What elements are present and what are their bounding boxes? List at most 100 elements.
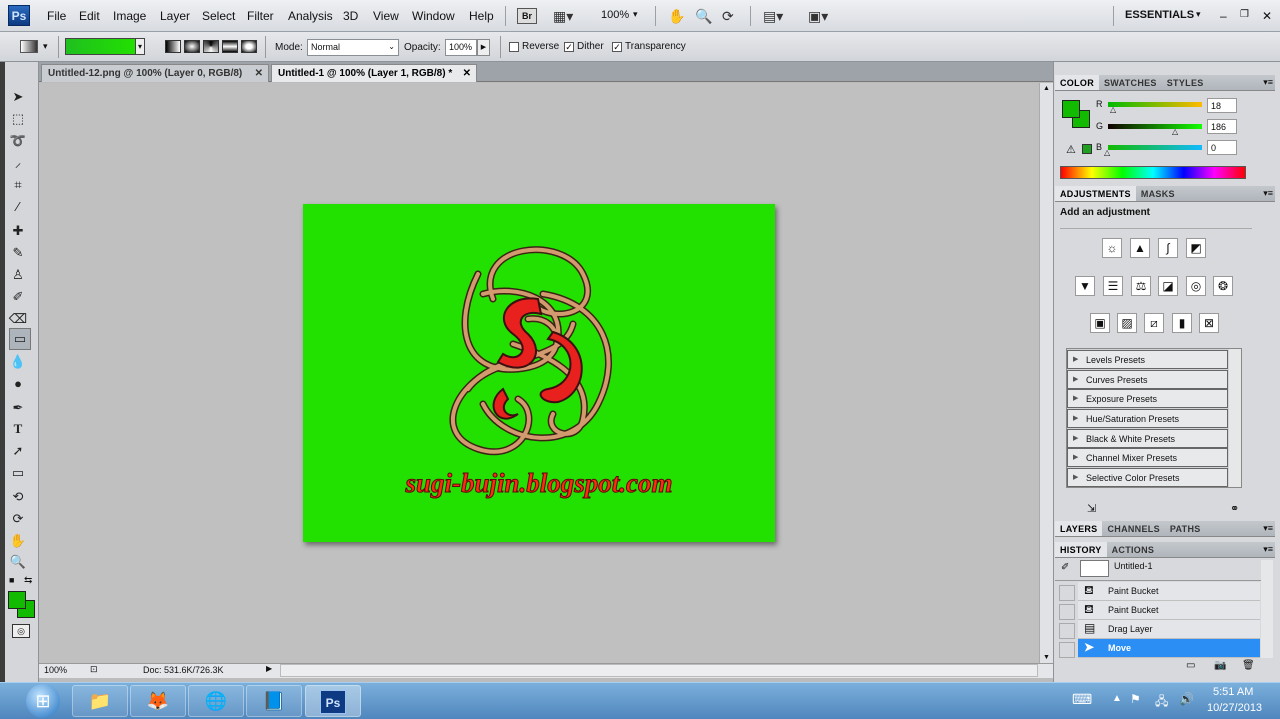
b-input[interactable]: 0: [1207, 140, 1237, 155]
minimize-button[interactable]: –: [1220, 9, 1227, 23]
b-slider[interactable]: [1108, 145, 1202, 150]
gradient-picker[interactable]: [65, 38, 137, 55]
3d-rotate-tool-icon[interactable]: ⟲: [8, 487, 28, 507]
tab-color[interactable]: COLOR: [1055, 75, 1099, 90]
black-white-icon[interactable]: ◪: [1158, 276, 1178, 296]
panel-menu-icon[interactable]: ▾≡: [1263, 544, 1273, 555]
zoom-tool-icon[interactable]: 🔍: [695, 8, 712, 25]
r-slider-handle[interactable]: △: [1110, 105, 1116, 114]
document-canvas[interactable]: sugi-bujin.blogspot.com: [303, 204, 775, 542]
reflected-gradient-button[interactable]: [222, 40, 238, 53]
menu-view[interactable]: View: [373, 9, 399, 23]
history-brush-source-icon[interactable]: ✐: [1061, 562, 1069, 573]
notes-taskbar-button[interactable]: 📘: [246, 685, 302, 717]
crop-tool-icon[interactable]: ⌗: [8, 175, 28, 195]
tab-untitled-12[interactable]: Untitled-12.png @ 100% (Layer 0, RGB/8) ✕: [41, 64, 269, 82]
dodge-tool-icon[interactable]: ●: [8, 374, 28, 394]
posterize-icon[interactable]: ▨: [1117, 313, 1137, 333]
exposure-icon[interactable]: ◩: [1186, 238, 1206, 258]
pen-tool-icon[interactable]: ✒: [8, 398, 28, 418]
status-info-icon[interactable]: ⊡: [90, 664, 98, 675]
history-item-paint-bucket[interactable]: ⛾ Paint Bucket: [1078, 601, 1260, 620]
history-scrollbar[interactable]: [1261, 560, 1273, 658]
view-extras-icon[interactable]: ▦▾: [553, 8, 573, 25]
preset-exposure[interactable]: Exposure Presets: [1067, 389, 1228, 408]
quick-selection-tool-icon[interactable]: ⸝: [8, 153, 28, 173]
eraser-tool-icon[interactable]: ⌫: [8, 309, 28, 329]
gamut-warning-icon[interactable]: ⚠: [1066, 143, 1076, 156]
rotate-view-icon[interactable]: ⟳: [722, 8, 734, 25]
hand-tool-icon[interactable]: ✋: [668, 8, 685, 25]
globe-app-taskbar-button[interactable]: 🌐: [188, 685, 244, 717]
status-menu-icon[interactable]: ▶: [266, 664, 272, 673]
color-balance-icon[interactable]: ⚖: [1131, 276, 1151, 296]
gradient-dropdown-icon[interactable]: ▾: [135, 38, 145, 55]
invert-icon[interactable]: ▣: [1090, 313, 1110, 333]
healing-brush-tool-icon[interactable]: ✚: [8, 221, 28, 241]
horizontal-scrollbar[interactable]: [280, 664, 1038, 677]
arrange-documents-icon[interactable]: ▤▾: [763, 8, 783, 25]
tab-untitled-1[interactable]: Untitled-1 @ 100% (Layer 1, RGB/8) * ✕: [271, 64, 477, 82]
tab-channels[interactable]: CHANNELS: [1102, 521, 1164, 536]
close-icon[interactable]: ✕: [255, 68, 263, 79]
diamond-gradient-button[interactable]: [241, 40, 257, 53]
menu-image[interactable]: Image: [113, 9, 146, 23]
tab-history[interactable]: HISTORY: [1055, 542, 1107, 557]
menu-analysis[interactable]: Analysis: [288, 9, 333, 23]
path-selection-tool-icon[interactable]: ➚: [8, 441, 28, 461]
swap-colors-icon[interactable]: ⇆: [24, 575, 32, 586]
photo-filter-icon[interactable]: ◎: [1186, 276, 1206, 296]
opacity-slider-button[interactable]: ▶: [477, 39, 490, 56]
selective-color-icon[interactable]: ⊠: [1199, 313, 1219, 333]
dither-checkbox[interactable]: ✓: [564, 42, 574, 52]
angle-gradient-button[interactable]: [203, 40, 219, 53]
new-snapshot-icon[interactable]: 📷: [1214, 660, 1226, 671]
close-button[interactable]: ✕: [1262, 9, 1272, 23]
menu-select[interactable]: Select: [202, 9, 235, 23]
scroll-up-icon[interactable]: ▲: [1043, 85, 1050, 92]
3d-orbit-tool-icon[interactable]: ⟳: [8, 509, 28, 529]
radial-gradient-button[interactable]: [184, 40, 200, 53]
opacity-input[interactable]: 100%: [445, 39, 477, 56]
restore-button[interactable]: ❐: [1240, 9, 1249, 20]
scroll-down-icon[interactable]: ▼: [1043, 654, 1050, 661]
menu-help[interactable]: Help: [469, 9, 494, 23]
history-item-move[interactable]: ➤ Move: [1078, 639, 1260, 658]
keyboard-icon[interactable]: ⌨: [1072, 691, 1092, 708]
default-colors-icon[interactable]: ■: [9, 575, 14, 585]
threshold-icon[interactable]: ⧄: [1144, 313, 1164, 333]
channel-mixer-icon[interactable]: ❂: [1213, 276, 1233, 296]
menu-window[interactable]: Window: [412, 9, 455, 23]
g-slider-handle[interactable]: △: [1172, 127, 1178, 136]
firefox-taskbar-button[interactable]: 🦊: [130, 685, 186, 717]
preset-curves[interactable]: Curves Presets: [1067, 370, 1228, 389]
history-source-checkbox[interactable]: [1059, 623, 1075, 639]
g-slider[interactable]: [1108, 124, 1202, 129]
marquee-tool-icon[interactable]: ⬚: [8, 109, 28, 129]
return-to-list-icon[interactable]: ⇲: [1087, 502, 1096, 515]
brightness-contrast-icon[interactable]: ☼: [1102, 238, 1122, 258]
vibrance-icon[interactable]: ▼: [1075, 276, 1095, 296]
show-hidden-icons-icon[interactable]: ▲: [1112, 693, 1122, 704]
delete-state-icon[interactable]: 🗑: [1242, 660, 1255, 671]
history-source-checkbox[interactable]: [1059, 642, 1075, 658]
presets-scrollbar[interactable]: [1229, 349, 1241, 487]
tab-adjustments[interactable]: ADJUSTMENTS: [1055, 186, 1136, 201]
panel-menu-icon[interactable]: ▾≡: [1263, 77, 1273, 88]
tool-preset-picker[interactable]: [20, 40, 38, 53]
bridge-button[interactable]: Br: [517, 8, 537, 24]
history-source-checkbox[interactable]: [1059, 604, 1075, 620]
menu-layer[interactable]: Layer: [160, 9, 190, 23]
clock-date[interactable]: 10/27/2013: [1207, 702, 1262, 714]
transparency-checkbox[interactable]: ✓: [612, 42, 622, 52]
clone-stamp-tool-icon[interactable]: ♙: [8, 265, 28, 285]
color-spectrum-ramp[interactable]: [1060, 166, 1246, 179]
menu-filter[interactable]: Filter: [247, 9, 274, 23]
menu-3d[interactable]: 3D: [343, 9, 358, 23]
tab-actions[interactable]: ACTIONS: [1107, 542, 1160, 557]
curves-icon[interactable]: ∫: [1158, 238, 1178, 258]
gradient-tool-icon[interactable]: ▭: [9, 328, 31, 350]
zoom-dropdown-icon[interactable]: ▾: [633, 9, 638, 20]
status-zoom[interactable]: 100%: [44, 665, 67, 675]
mode-select[interactable]: Normal ⌄: [307, 39, 399, 56]
